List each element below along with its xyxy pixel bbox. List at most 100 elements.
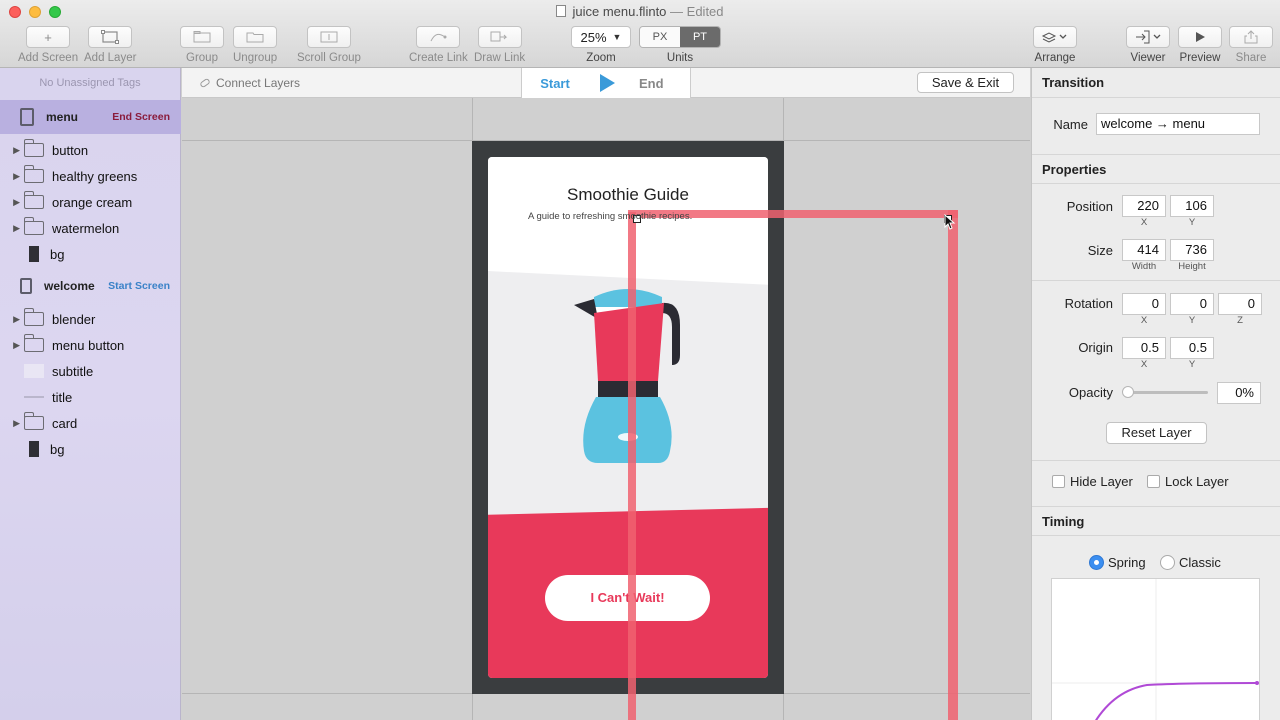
end-screen-badge: End Screen xyxy=(112,111,170,123)
hide-layer-label: Hide Layer xyxy=(1070,474,1133,489)
window-toolbar: juice menu.flinto — Edited + Add Screen … xyxy=(0,0,1280,68)
link-icon xyxy=(199,77,211,89)
draw-link-icon xyxy=(477,26,522,48)
zoom-control[interactable]: 25% ▼ Zoom xyxy=(571,26,631,64)
hide-layer-checkbox[interactable] xyxy=(1052,475,1065,488)
viewer-button[interactable]: Viewer xyxy=(1126,26,1170,64)
zoom-value: 25% xyxy=(580,29,607,45)
units-label: Units xyxy=(666,52,694,64)
create-link-label: Create Link xyxy=(409,52,468,64)
layer-row-button[interactable]: ▶ button xyxy=(0,137,181,163)
name-label: Name xyxy=(1053,117,1088,132)
screen-title[interactable]: Smoothie Guide xyxy=(488,185,768,205)
lock-layer-checkbox[interactable] xyxy=(1147,475,1160,488)
tab-start[interactable]: Start xyxy=(522,76,588,91)
zoom-label: Zoom xyxy=(586,52,616,64)
cursor-arrow-icon xyxy=(944,214,956,230)
opacity-slider[interactable] xyxy=(1124,391,1208,394)
folder-icon xyxy=(23,308,44,326)
group-button[interactable]: Group xyxy=(180,26,224,64)
document-icon xyxy=(556,5,567,17)
add-screen-button[interactable]: + Add Screen xyxy=(18,26,78,64)
start-end-tabs: Start End xyxy=(521,68,691,98)
x-sublabel: X xyxy=(1140,217,1148,228)
origin-x-field[interactable]: 0.5 xyxy=(1122,337,1166,359)
add-layer-button[interactable]: Add Layer xyxy=(84,26,136,64)
reset-layer-button[interactable]: Reset Layer xyxy=(1106,422,1207,444)
z-sublabel: Z xyxy=(1237,315,1243,326)
size-label: Size xyxy=(1087,243,1113,258)
scroll-group-button[interactable]: Scroll Group xyxy=(297,26,361,64)
layer-row-menu-button[interactable]: ▶ menu button xyxy=(0,332,181,358)
classic-radio[interactable] xyxy=(1160,555,1175,570)
rectangle-layer-icon xyxy=(29,246,39,262)
disclosure-triangle-icon[interactable]: ▶ xyxy=(0,223,24,234)
transition-header: Transition xyxy=(1032,68,1280,98)
screen-subtitle[interactable]: A guide to refreshing smoothie recipes. xyxy=(528,211,692,222)
disclosure-triangle-icon[interactable]: ▶ xyxy=(0,197,24,208)
preview-button[interactable]: Preview xyxy=(1178,26,1222,64)
layer-name: orange cream xyxy=(52,194,133,210)
design-canvas[interactable]: Smoothie Guide A guide to refreshing smo… xyxy=(182,68,1030,720)
opacity-field[interactable]: 0% xyxy=(1217,382,1261,404)
layer-name: menu button xyxy=(52,337,125,353)
connect-layers-button[interactable]: Connect Layers xyxy=(199,76,301,90)
spring-radio[interactable] xyxy=(1089,555,1104,570)
layer-row-card[interactable]: ▶ card xyxy=(0,410,181,436)
screen-row-menu[interactable]: menu End Screen xyxy=(0,100,181,134)
share-button[interactable]: Share xyxy=(1229,26,1273,64)
screen-row-welcome[interactable]: welcome Start Screen xyxy=(0,269,181,303)
ungroup-button[interactable]: Ungroup xyxy=(233,26,277,64)
zoom-dropdown[interactable]: 25% ▼ xyxy=(571,26,631,48)
rotation-x-field[interactable]: 0 xyxy=(1122,293,1166,315)
layer-name: bg xyxy=(50,441,65,457)
disclosure-triangle-icon[interactable]: ▶ xyxy=(0,171,24,182)
layer-row-subtitle[interactable]: subtitle xyxy=(0,358,181,384)
layer-row-title[interactable]: title xyxy=(0,384,181,410)
layer-row-orange-cream[interactable]: ▶ orange cream xyxy=(0,189,181,215)
rotation-y-field[interactable]: 0 xyxy=(1170,293,1214,315)
preview-label: Preview xyxy=(1179,52,1221,64)
disclosure-triangle-icon[interactable]: ▶ xyxy=(0,145,24,156)
rotation-z-field[interactable]: 0 xyxy=(1218,293,1262,315)
units-pt-button[interactable]: PT xyxy=(680,27,720,47)
folder-icon xyxy=(23,334,44,352)
units-px-button[interactable]: PX xyxy=(640,27,680,47)
disclosure-triangle-icon[interactable]: ▶ xyxy=(0,418,24,429)
rectangle-layer-icon xyxy=(29,441,39,457)
play-icon[interactable] xyxy=(600,74,615,92)
layer-name: watermelon xyxy=(52,220,120,236)
layer-name: blender xyxy=(52,311,96,327)
tab-end[interactable]: End xyxy=(639,76,664,91)
draw-link-button[interactable]: Draw Link xyxy=(474,26,525,64)
tags-header: No Unassigned Tags xyxy=(39,77,141,89)
layer-row-bg-welcome[interactable]: bg xyxy=(0,436,181,462)
origin-y-field[interactable]: 0.5 xyxy=(1170,337,1214,359)
x-sublabel: X xyxy=(1140,315,1148,326)
position-label: Position xyxy=(1066,199,1113,214)
layer-row-watermelon[interactable]: ▶ watermelon xyxy=(0,215,181,241)
size-height-field[interactable]: 736 xyxy=(1170,239,1214,261)
folder-icon xyxy=(23,217,44,235)
size-width-field[interactable]: 414 xyxy=(1122,239,1166,261)
position-x-field[interactable]: 220 xyxy=(1122,195,1166,217)
screen-icon xyxy=(20,108,34,126)
transition-name-field[interactable]: welcome → menu xyxy=(1096,113,1260,135)
y-sublabel: Y xyxy=(1188,315,1196,326)
disclosure-triangle-icon[interactable]: ▶ xyxy=(0,314,24,325)
disclosure-triangle-icon[interactable]: ▶ xyxy=(0,340,24,351)
create-link-button[interactable]: Create Link xyxy=(409,26,468,64)
layer-name: subtitle xyxy=(52,363,94,379)
arrange-button[interactable]: Arrange xyxy=(1033,26,1077,64)
edited-indicator: — Edited xyxy=(670,4,724,19)
layer-row-blender[interactable]: ▶ blender xyxy=(0,306,181,332)
spring-curve-graph[interactable] xyxy=(1051,578,1260,720)
draw-link-label: Draw Link xyxy=(474,52,526,64)
layer-row-healthy-greens[interactable]: ▶ healthy greens xyxy=(0,163,181,189)
layer-name: bg xyxy=(50,246,65,262)
position-y-field[interactable]: 106 xyxy=(1170,195,1214,217)
connect-layers-label: Connect Layers xyxy=(216,76,301,90)
layer-row-bg[interactable]: bg xyxy=(0,241,181,267)
opacity-slider-knob[interactable] xyxy=(1122,386,1134,398)
save-exit-button[interactable]: Save & Exit xyxy=(917,72,1014,93)
